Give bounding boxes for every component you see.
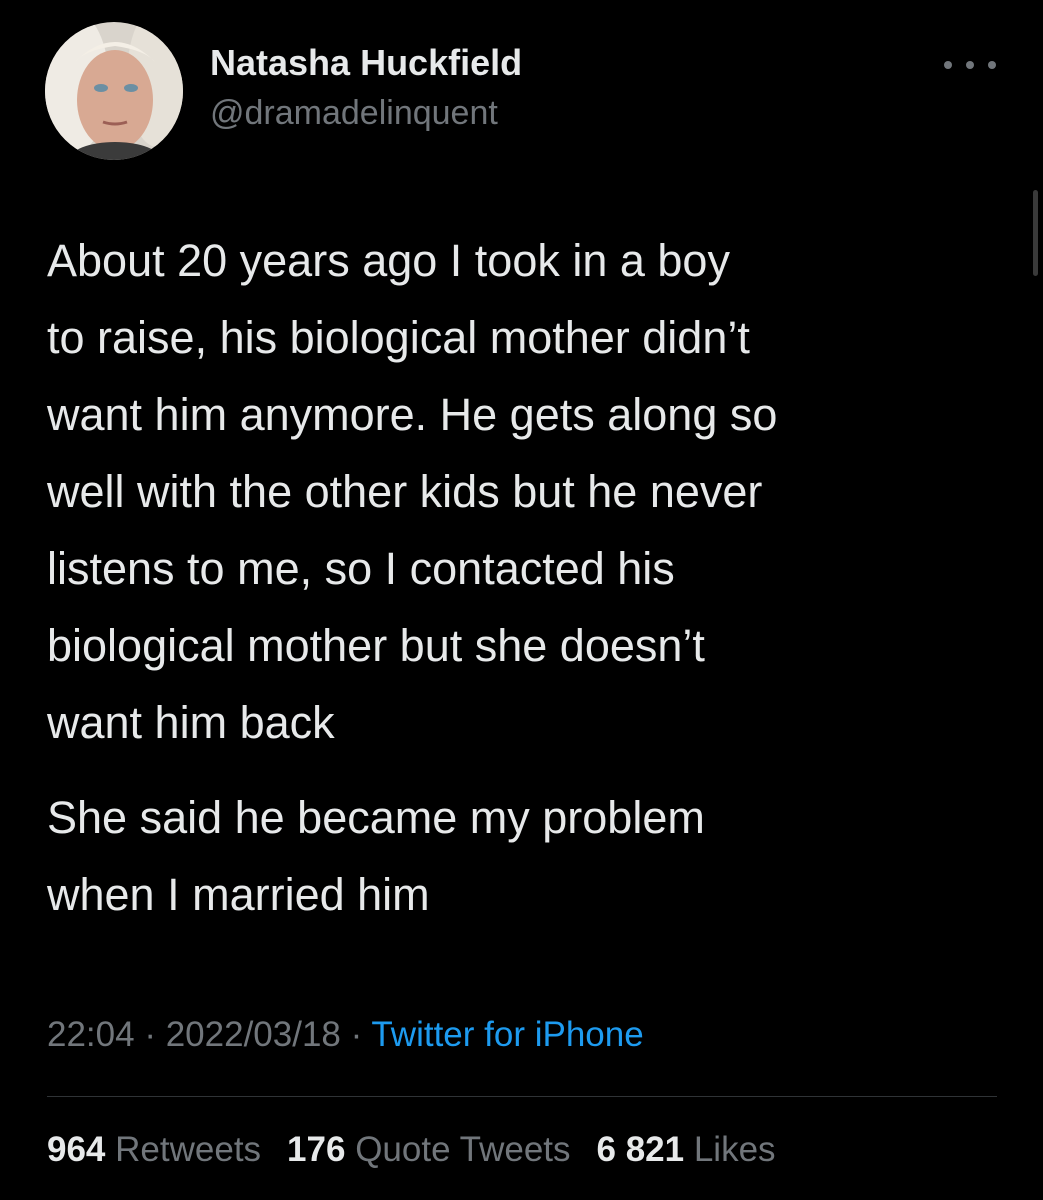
likes-label: Likes xyxy=(693,1130,776,1169)
meta-separator: · xyxy=(340,1015,372,1054)
tweet-paragraph: She said he became my problem when I mar… xyxy=(47,792,705,920)
divider xyxy=(47,1096,997,1097)
tweet-source-link[interactable]: Twitter for iPhone xyxy=(371,1015,643,1054)
retweets-count: 964 xyxy=(47,1130,106,1169)
user-handle[interactable]: @dramadelinquent xyxy=(210,94,498,133)
quote-tweets-label: Quote Tweets xyxy=(355,1130,571,1169)
retweets-label: Retweets xyxy=(115,1130,262,1169)
tweet-paragraph: About 20 years ago I took in a boy to ra… xyxy=(47,235,778,748)
tweet-meta: 22:04 · 2022/03/18 · Twitter for iPhone xyxy=(47,1015,644,1055)
quote-tweets-count: 176 xyxy=(287,1130,346,1169)
display-name[interactable]: Natasha Huckfield xyxy=(210,42,522,84)
scrollbar-thumb[interactable] xyxy=(1033,190,1038,276)
retweets-stat[interactable]: 964 Retweets xyxy=(47,1130,261,1169)
tweet-body: About 20 years ago I took in a boy to ra… xyxy=(47,222,1007,951)
avatar[interactable] xyxy=(45,22,183,160)
meta-separator: · xyxy=(134,1015,166,1054)
more-dots-icon xyxy=(988,61,996,69)
more-options-button[interactable] xyxy=(944,50,996,80)
likes-count: 6 821 xyxy=(596,1130,685,1169)
tweet-time[interactable]: 22:04 xyxy=(47,1015,135,1054)
more-dots-icon xyxy=(966,61,974,69)
profile-photo-icon xyxy=(45,22,183,160)
quote-tweets-stat[interactable]: 176 Quote Tweets xyxy=(287,1130,570,1169)
tweet-stats: 964 Retweets 176 Quote Tweets 6 821 Likes xyxy=(47,1130,802,1170)
tweet-date[interactable]: 2022/03/18 xyxy=(166,1015,341,1054)
likes-stat[interactable]: 6 821 Likes xyxy=(597,1130,776,1169)
more-dots-icon xyxy=(944,61,952,69)
